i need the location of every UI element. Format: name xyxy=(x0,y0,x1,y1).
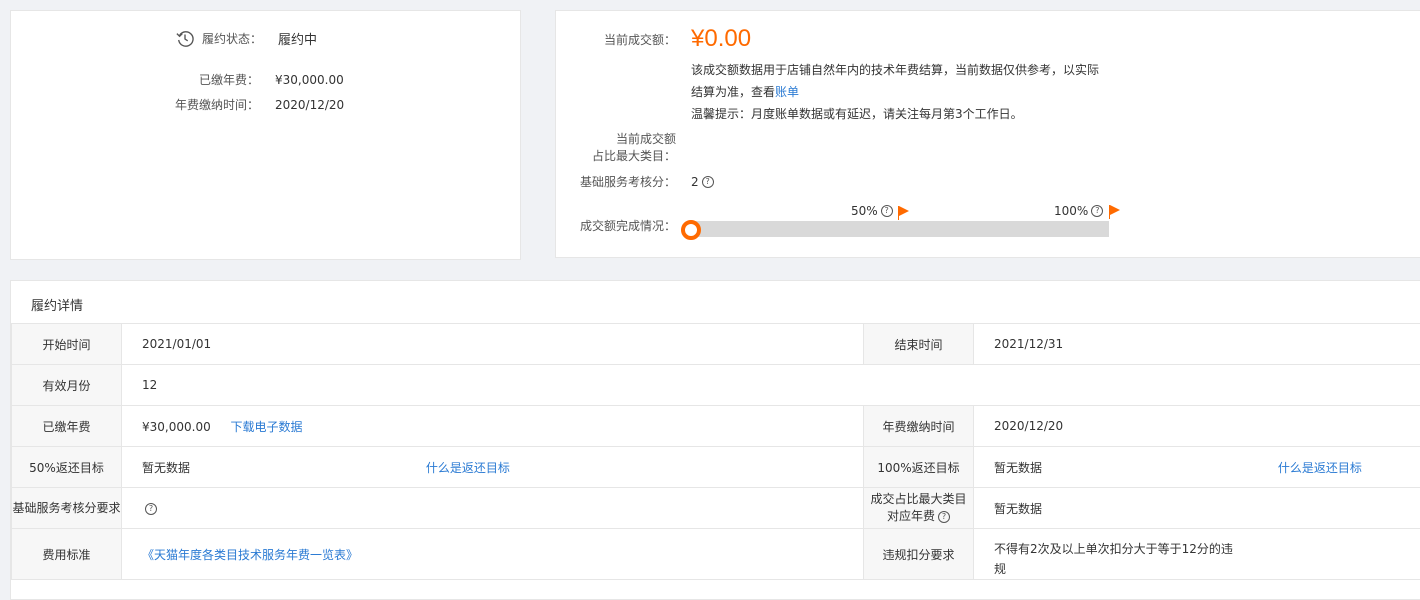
flag-100-icon xyxy=(1110,205,1120,215)
paid-cell: ¥30,000.00 下载电子数据 xyxy=(122,406,864,447)
status-row: 履约状态： 履约中 xyxy=(176,29,317,48)
top-cat-fee-label-2: 对应年费? xyxy=(864,508,973,525)
progress-bar xyxy=(691,221,1109,237)
paid-time-row: 年费缴纳时间： 2020/12/20 xyxy=(11,96,344,113)
top-cat-fee-value: 暂无数据 xyxy=(974,488,1420,529)
help-icon[interactable]: ? xyxy=(938,511,950,523)
detail-card: 履约详情 开始时间 2021/01/01 结束时间 2021/12/31 有效月… xyxy=(10,280,1420,600)
milestone-50-label: 50% xyxy=(851,204,878,218)
help-icon[interactable]: ? xyxy=(1091,205,1103,217)
table-row: 50%返还目标 暂无数据 什么是返还目标 100%返还目标 暂无数据 什么是返还… xyxy=(12,447,1420,488)
base-score-row: 基础服务考核分： 2 ? xyxy=(556,173,714,190)
base-score-label: 基础服务考核分： xyxy=(556,173,676,190)
top-cat-fee-label: 成交占比最大类目 对应年费? xyxy=(864,488,974,529)
rebate-help-link[interactable]: 什么是返还目标 xyxy=(1278,461,1362,475)
months-label: 有效月份 xyxy=(12,365,122,406)
rebate100-cell: 暂无数据 什么是返还目标 xyxy=(974,447,1420,488)
violation-label: 违规扣分要求 xyxy=(864,529,974,580)
paid-time-value: 2020/12/20 xyxy=(974,406,1420,447)
note-line1: 该成交额数据用于店铺自然年内的技术年费结算，当前数据仅供参考，以实际 xyxy=(691,61,1099,78)
violation-value: 不得有2次及以上单次扣分大于等于12分的违 规 xyxy=(974,529,1420,580)
current-amount-row: 当前成交额： ¥0.00 xyxy=(556,25,751,53)
end-label: 结束时间 xyxy=(864,324,974,365)
current-amount-value: ¥0.00 xyxy=(691,25,751,53)
start-label: 开始时间 xyxy=(12,324,122,365)
fee-standard-link[interactable]: 《天猫年度各类目技术服务年费一览表》 xyxy=(142,548,358,562)
base-score-req-value: ? xyxy=(122,488,864,529)
detail-title: 履约详情 xyxy=(31,295,83,314)
progress-label-row: 成交额完成情况： xyxy=(556,217,676,234)
milestone-100-label: 100% xyxy=(1054,204,1088,218)
note-line2: 结算为准，查看 账单 xyxy=(691,83,799,100)
status-card: 履约状态： 履约中 已缴年费： ¥30,000.00 年费缴纳时间： 2020/… xyxy=(10,10,521,260)
note-text-1: 该成交额数据用于店铺自然年内的技术年费结算，当前数据仅供参考，以实际 xyxy=(691,61,1099,78)
rebate50-cell: 暂无数据 什么是返还目标 xyxy=(122,447,864,488)
status-label: 履约状态： xyxy=(202,30,262,47)
fee-standard-label: 费用标准 xyxy=(12,529,122,580)
paid-time-label: 年费缴纳时间： xyxy=(11,96,259,113)
paid-fee-row: 已缴年费： ¥30,000.00 xyxy=(11,71,344,88)
top-category-label-2: 占比最大类目： xyxy=(592,147,676,164)
table-row: 已缴年费 ¥30,000.00 下载电子数据 年费缴纳时间 2020/12/20 xyxy=(12,406,1420,447)
table-row: 开始时间 2021/01/01 结束时间 2021/12/31 xyxy=(12,324,1420,365)
help-icon[interactable]: ? xyxy=(702,176,714,188)
paid-time-value: 2020/12/20 xyxy=(275,98,344,112)
milestone-100: 100% ? xyxy=(1054,204,1103,218)
milestone-50: 50% ? xyxy=(851,204,893,218)
download-link[interactable]: 下载电子数据 xyxy=(231,420,303,434)
current-amount-label: 当前成交额： xyxy=(556,31,676,48)
status-value: 履约中 xyxy=(278,29,317,48)
table-row: 有效月份 12 xyxy=(12,365,1420,406)
table-row: 费用标准 《天猫年度各类目技术服务年费一览表》 违规扣分要求 不得有2次及以上单… xyxy=(12,529,1420,580)
start-value: 2021/01/01 xyxy=(122,324,864,365)
note-text-2: 结算为准，查看 xyxy=(691,83,775,100)
rebate50-value: 暂无数据 xyxy=(142,459,422,476)
help-icon[interactable]: ? xyxy=(881,205,893,217)
detail-table: 开始时间 2021/01/01 结束时间 2021/12/31 有效月份 12 … xyxy=(11,323,1420,580)
rebate100-label: 100%返还目标 xyxy=(864,447,974,488)
bill-link[interactable]: 账单 xyxy=(775,83,799,100)
sales-card: 当前成交额： ¥0.00 该成交额数据用于店铺自然年内的技术年费结算，当前数据仅… xyxy=(555,10,1420,258)
progress-label: 成交额完成情况： xyxy=(556,217,676,234)
base-score-value: 2 xyxy=(691,175,699,189)
paid-time-label: 年费缴纳时间 xyxy=(864,406,974,447)
flag-50-icon xyxy=(899,206,909,216)
rebate100-value: 暂无数据 xyxy=(994,459,1274,476)
end-value: 2021/12/31 xyxy=(974,324,1420,365)
tip-line: 温馨提示：月度账单数据或有延迟，请关注每月第3个工作日。 xyxy=(691,105,1023,122)
top-category-label-1: 当前成交额 xyxy=(616,130,676,147)
months-value: 12 xyxy=(122,365,1420,406)
paid-fee-value: ¥30,000.00 xyxy=(275,73,344,87)
top-category-label: 当前成交额 占比最大类目： xyxy=(556,130,676,164)
tip-text: 温馨提示：月度账单数据或有延迟，请关注每月第3个工作日。 xyxy=(691,105,1023,122)
top-cat-fee-label-1: 成交占比最大类目 xyxy=(864,491,973,508)
paid-label: 已缴年费 xyxy=(12,406,122,447)
violation-value-1: 不得有2次及以上单次扣分大于等于12分的违 xyxy=(994,539,1420,559)
help-icon[interactable]: ? xyxy=(145,503,157,515)
base-score-req-label: 基础服务考核分要求 xyxy=(12,488,122,529)
rebate-help-link[interactable]: 什么是返还目标 xyxy=(426,461,510,475)
rebate50-label: 50%返还目标 xyxy=(12,447,122,488)
history-icon xyxy=(176,30,194,48)
progress-knob xyxy=(681,220,701,240)
table-row: 基础服务考核分要求 ? 成交占比最大类目 对应年费? 暂无数据 xyxy=(12,488,1420,529)
paid-fee-label: 已缴年费： xyxy=(11,71,259,88)
fee-standard-cell: 《天猫年度各类目技术服务年费一览表》 xyxy=(122,529,864,580)
paid-value: ¥30,000.00 xyxy=(142,420,211,434)
violation-value-2: 规 xyxy=(994,559,1420,579)
